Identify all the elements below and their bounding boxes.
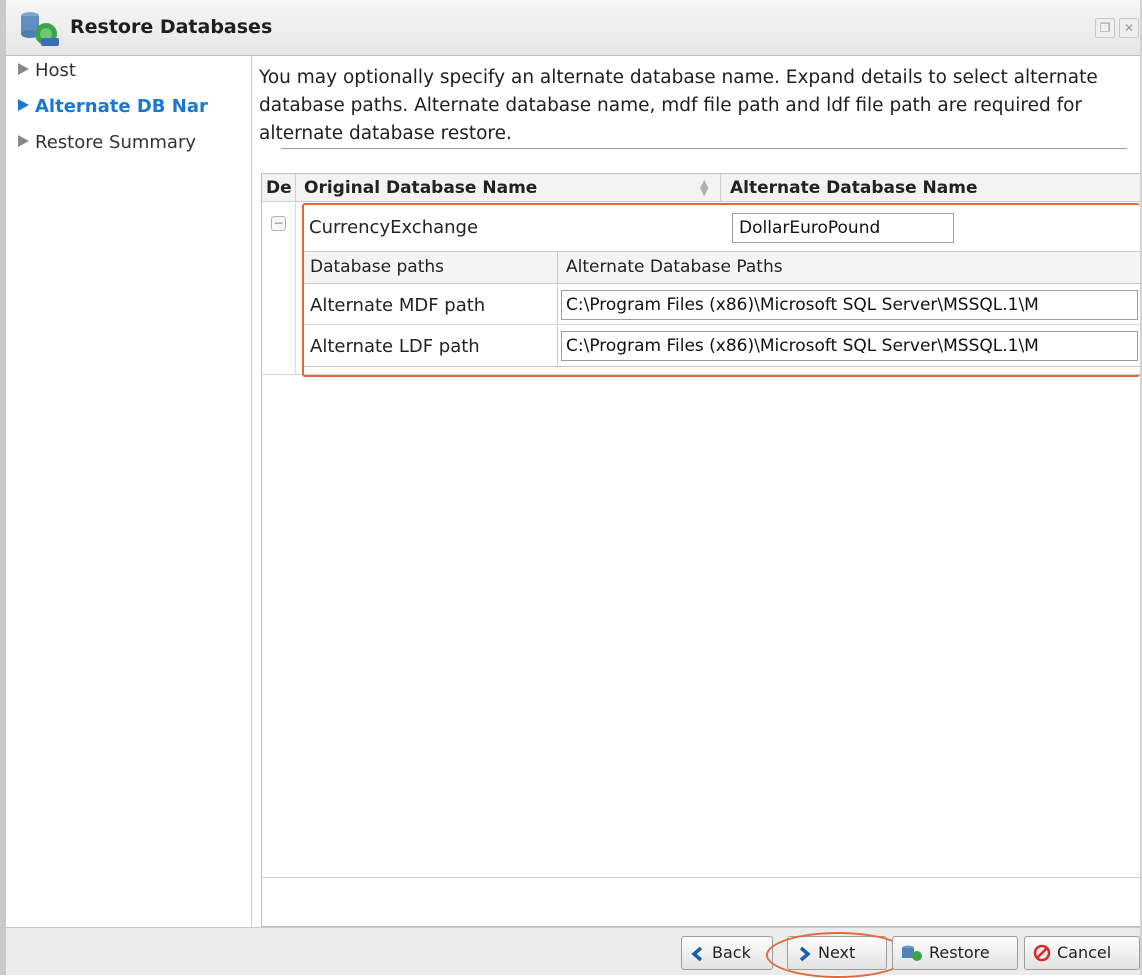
ldf-path-label: Alternate LDF path	[310, 336, 480, 357]
collapse-icon[interactable]: −	[271, 216, 286, 231]
window-title: Restore Databases	[70, 16, 273, 38]
column-header-original-name[interactable]: Original Database Name	[298, 174, 718, 202]
main-panel: You may optionally specify an alternate …	[253, 56, 1140, 927]
sidebar-item-alternate-db-name[interactable]: Alternate DB Nar	[18, 96, 248, 117]
database-grid: De Original Database Name ▲ ▼ Alternate D…	[261, 173, 1140, 927]
back-button[interactable]: Back	[681, 936, 773, 970]
next-button-label: Next	[818, 943, 856, 962]
grid-header: De Original Database Name ▲ ▼ Alternate D…	[262, 174, 1140, 202]
chevron-left-icon	[691, 946, 703, 962]
sidebar-item-label: Host	[35, 60, 76, 81]
wizard-steps-sidebar: Host Alternate DB Nar Restore Summary	[6, 56, 252, 927]
arrow-right-icon	[18, 63, 29, 75]
subtable-header: Database paths Alternate Database Paths	[304, 252, 1140, 284]
database-restore-icon	[21, 12, 59, 46]
ldf-path-row: Alternate LDF path	[304, 326, 1140, 366]
restore-databases-window: Restore Databases ❐ ✕ Host Alternate DB …	[0, 0, 1142, 978]
mdf-path-label: Alternate MDF path	[310, 295, 486, 316]
title-bar: Restore Databases ❐ ✕	[6, 0, 1140, 56]
divider	[281, 148, 1127, 149]
mdf-path-row: Alternate MDF path	[304, 285, 1140, 325]
alternate-ldf-path-input[interactable]	[561, 331, 1138, 361]
sidebar-item-host[interactable]: Host	[18, 60, 248, 81]
database-restore-icon	[902, 945, 922, 961]
column-header-alternate-paths: Alternate Database Paths	[566, 257, 783, 277]
table-row: − CurrencyExchange Database paths Altern…	[262, 203, 1140, 375]
instructions-text: You may optionally specify an alternate …	[259, 67, 1098, 144]
column-separator	[557, 285, 558, 324]
sidebar-item-restore-summary[interactable]: Restore Summary	[18, 132, 248, 153]
restore-window-icon[interactable]: ❐	[1095, 18, 1115, 38]
sidebar-item-label: Alternate DB Nar	[35, 96, 208, 117]
wizard-footer: Back Next Restore Cancel	[6, 927, 1140, 978]
grid-bottom-divider	[262, 877, 1140, 878]
column-header-alternate-name[interactable]: Alternate Database Name	[724, 174, 1142, 202]
cancel-button-label: Cancel	[1057, 943, 1112, 962]
column-separator	[295, 203, 296, 375]
sidebar-item-label: Restore Summary	[35, 132, 197, 153]
column-separator	[295, 174, 296, 202]
column-separator	[557, 326, 558, 366]
original-database-name: CurrencyExchange	[309, 217, 479, 238]
chevron-right-icon	[799, 946, 811, 962]
back-button-label: Back	[712, 943, 751, 962]
restore-button-label: Restore	[929, 943, 990, 962]
cancel-button[interactable]: Cancel	[1024, 936, 1140, 970]
arrow-right-icon	[18, 135, 29, 147]
column-header-details[interactable]: De	[262, 174, 295, 202]
cancel-icon	[1033, 944, 1051, 962]
next-button[interactable]: Next	[787, 936, 887, 970]
alternate-database-name-input[interactable]	[732, 213, 954, 243]
sort-icon[interactable]: ▲ ▼	[700, 178, 708, 197]
restore-button[interactable]: Restore	[892, 936, 1018, 970]
arrow-right-icon	[18, 99, 29, 111]
alternate-paths-table: Database paths Alternate Database Paths …	[303, 251, 1140, 367]
column-separator	[720, 174, 721, 202]
alternate-mdf-path-input[interactable]	[561, 290, 1138, 320]
column-separator	[557, 252, 558, 283]
close-icon[interactable]: ✕	[1119, 18, 1139, 38]
column-header-database-paths: Database paths	[310, 257, 445, 277]
